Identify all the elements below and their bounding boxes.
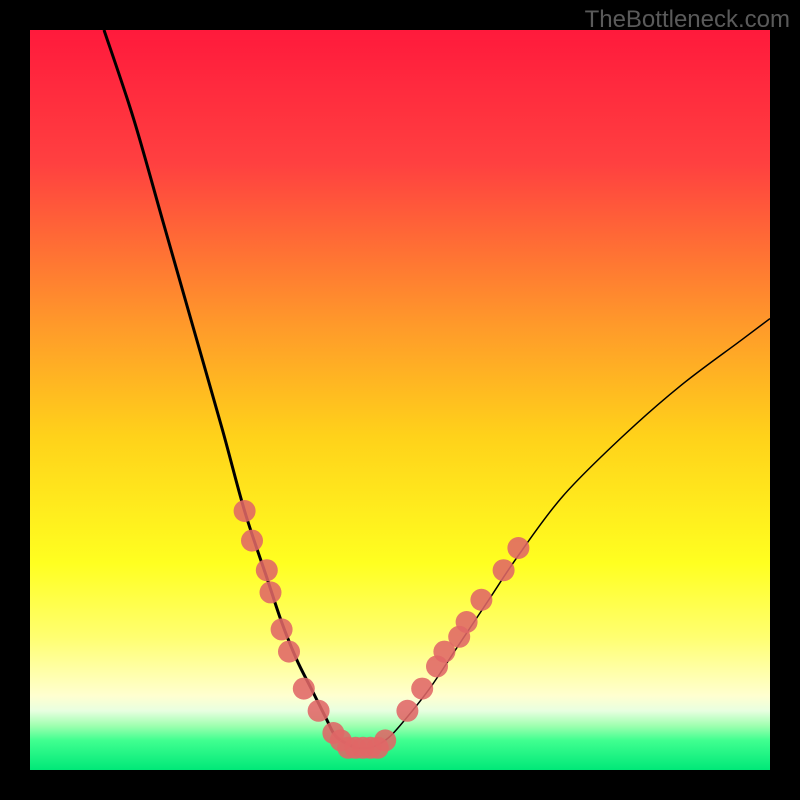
marker-right-0 [396, 700, 418, 722]
marker-right-7 [493, 559, 515, 581]
curve-layer [30, 30, 770, 770]
marker-left-7 [308, 700, 330, 722]
marker-left-2 [256, 559, 278, 581]
data-markers [234, 500, 530, 759]
bottleneck-curve [104, 30, 770, 748]
marker-left-4 [271, 618, 293, 640]
plot-area [30, 30, 770, 770]
marker-left-6 [293, 678, 315, 700]
marker-left-3 [260, 581, 282, 603]
marker-bottom-5 [374, 729, 396, 751]
marker-right-1 [411, 678, 433, 700]
marker-right-6 [470, 589, 492, 611]
bottleneck-curve-thick [104, 30, 356, 748]
marker-left-1 [241, 530, 263, 552]
marker-right-8 [507, 537, 529, 559]
chart-container: TheBottleneck.com [0, 0, 800, 800]
watermark-text: TheBottleneck.com [585, 6, 790, 34]
marker-left-0 [234, 500, 256, 522]
marker-right-5 [456, 611, 478, 633]
marker-left-5 [278, 641, 300, 663]
